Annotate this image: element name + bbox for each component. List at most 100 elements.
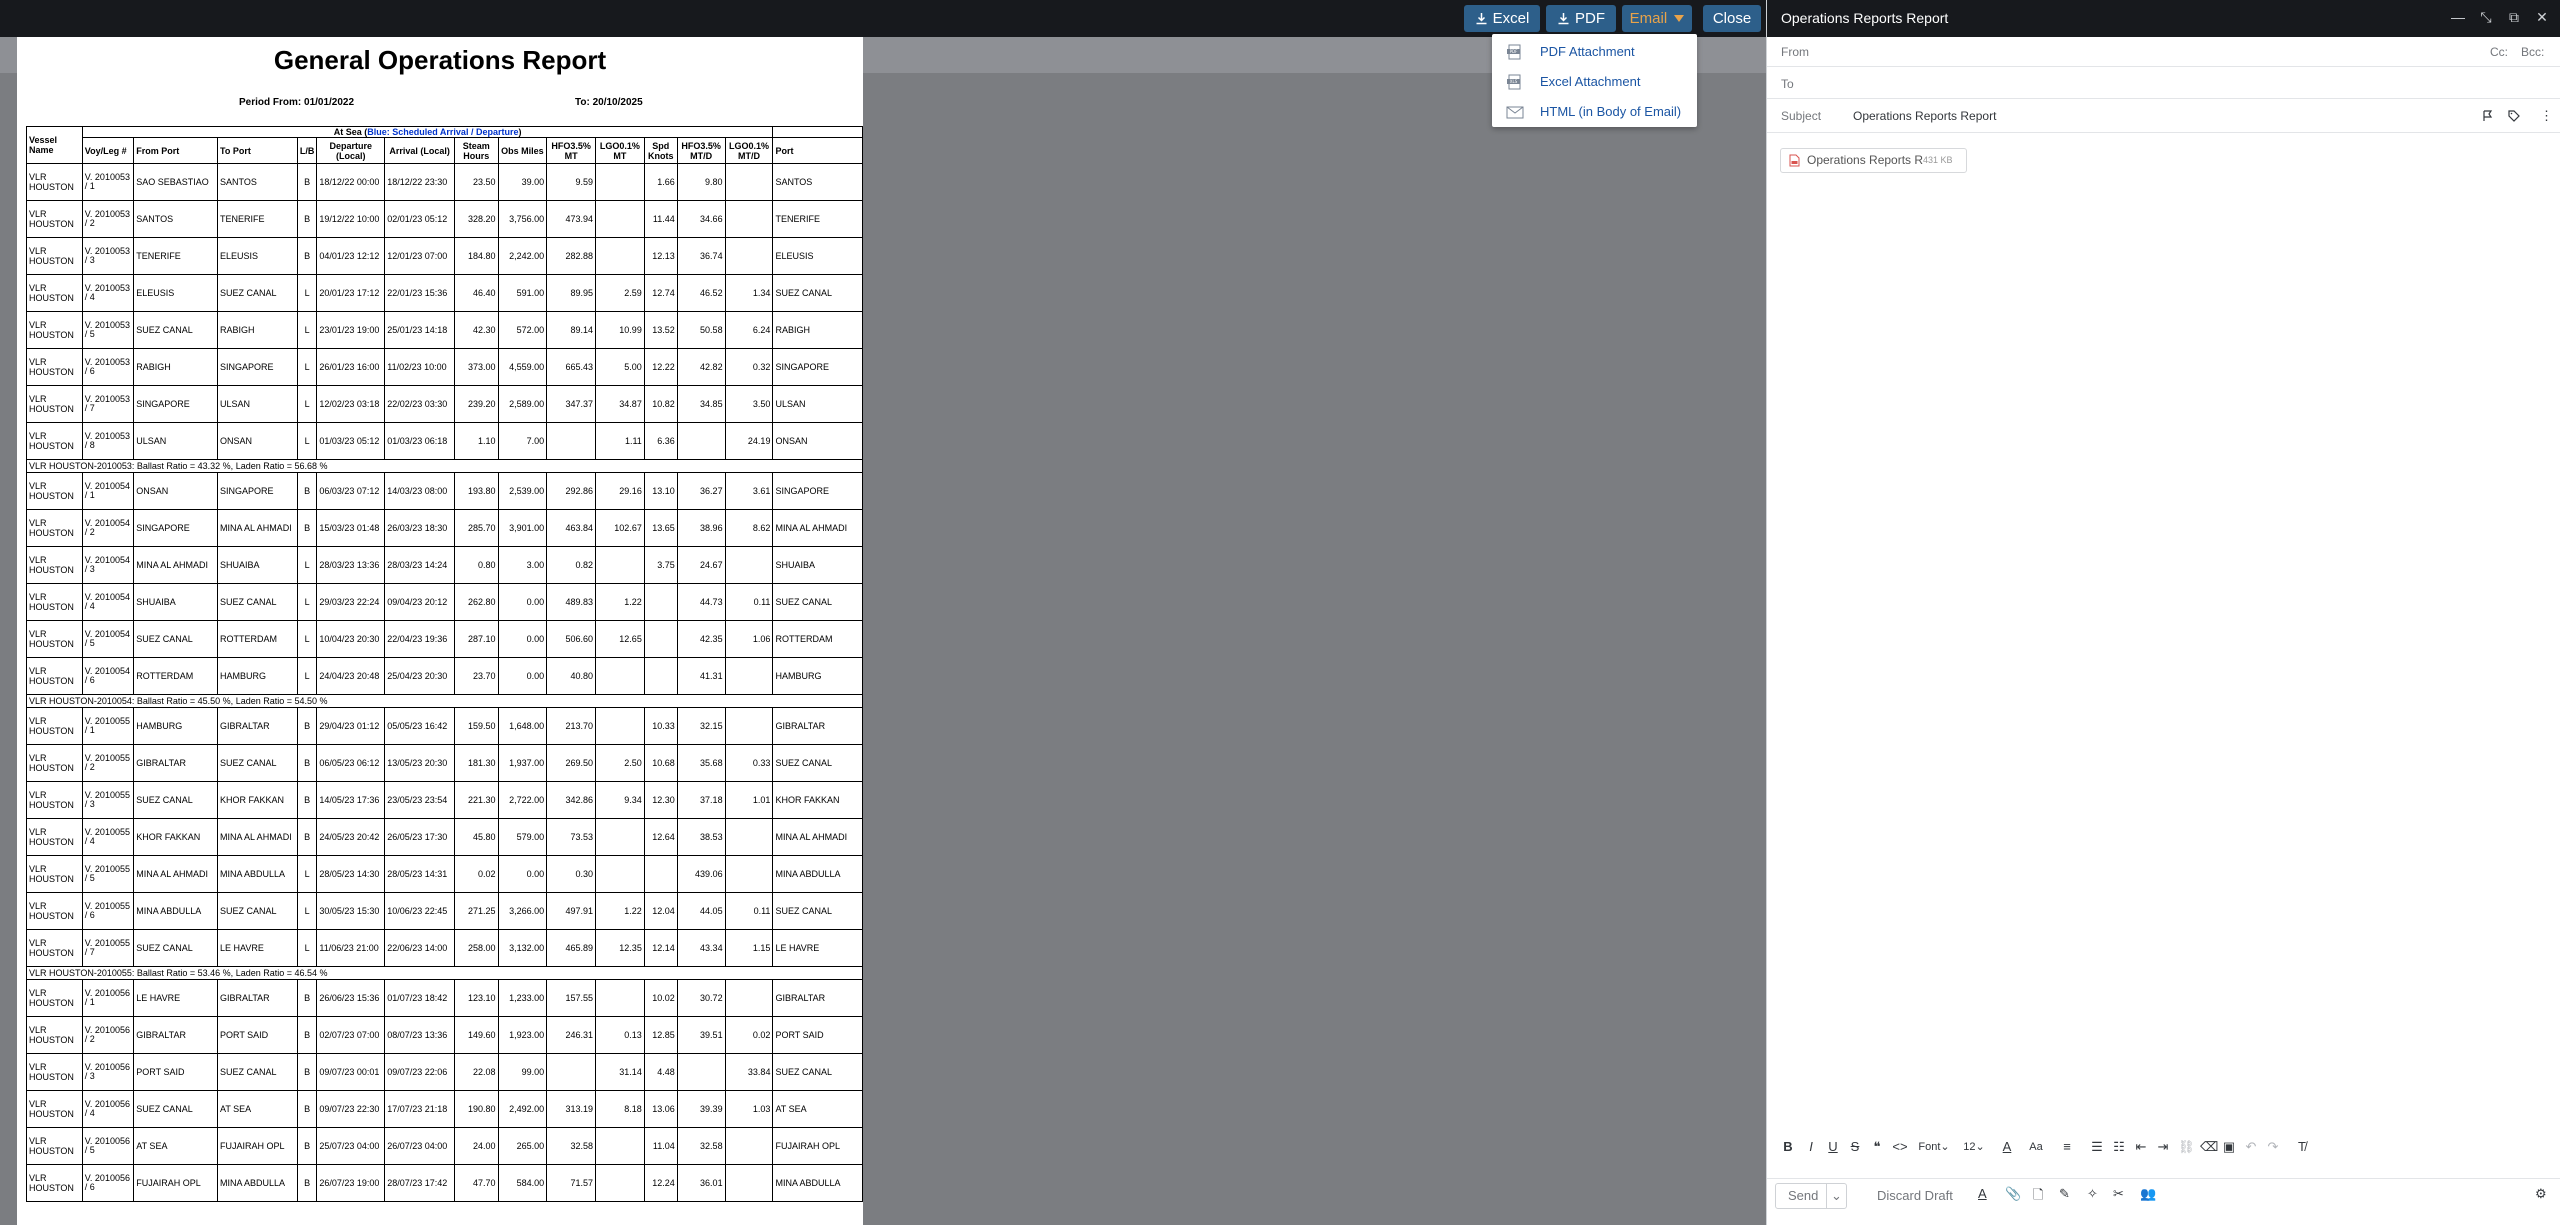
cell-arr: 17/07/23 21:18 (384, 1090, 456, 1128)
close-button[interactable]: Close (1703, 5, 1761, 32)
cell-hours: 24.00 (454, 1127, 499, 1165)
cell-voy: V. 2010054 / 4 (81, 583, 135, 621)
font-case-button[interactable]: Aa (2025, 1134, 2047, 1160)
cell-lb: L (296, 620, 318, 658)
insert-image-icon[interactable]: ▣ (2222, 1134, 2236, 1160)
attach-icon[interactable]: 📎 (2005, 1186, 2021, 1202)
cell-hfo: 465.89 (546, 929, 596, 967)
table-row: VLR HOUSTON V. 2010055 / 7 SUEZ CANAL LE HA… (26, 929, 863, 967)
quote-icon[interactable]: ❝ (1870, 1134, 1884, 1160)
attachment-chip[interactable]: Operations Reports R 431 KB (1780, 148, 1967, 173)
summary-row: VLR HOUSTON-2010053: Ballast Ratio = 43.… (26, 459, 863, 473)
cell-hfod: 34.66 (676, 200, 726, 238)
cell-hfod: 46.52 (676, 274, 726, 312)
bold-button[interactable]: B (1781, 1134, 1795, 1160)
divider (1767, 132, 2560, 133)
cell-from: SHUAIBA (133, 583, 218, 621)
font-family-dropdown[interactable]: Font⌄ (1918, 1134, 1950, 1160)
table-row: VLR HOUSTON V. 2010055 / 4 KHOR FAKKAN MINA… (26, 818, 863, 856)
cell-miles: 579.00 (497, 818, 548, 856)
subject-field[interactable]: Operations Reports Report (1853, 109, 1996, 123)
cell-arr: 02/01/23 05:12 (384, 200, 456, 238)
flag-icon[interactable] (2482, 110, 2494, 122)
cell-hfod: 44.05 (676, 892, 726, 930)
text-color-button[interactable]: A (1996, 1134, 2018, 1160)
cell-lgo: 29.16 (595, 472, 645, 510)
cell-from: ULSAN (133, 422, 218, 460)
crop-icon[interactable]: ✂ (2113, 1186, 2124, 1202)
close-icon[interactable]: ✕ (2534, 9, 2550, 25)
cell-lgod: 0.02 (724, 1016, 774, 1054)
more-options-icon[interactable]: ⋮ (2540, 108, 2553, 124)
send-button[interactable]: Send ⌄ (1775, 1183, 1847, 1209)
cell-lb: L (296, 422, 318, 460)
numbered-list-icon[interactable]: ☷ (2112, 1134, 2126, 1160)
cell-voy: V. 2010056 / 4 (81, 1090, 135, 1128)
cell-voy: V. 2010053 / 7 (81, 385, 135, 423)
align-icon[interactable]: ≡ (2057, 1134, 2077, 1160)
redo-icon[interactable]: ↷ (2266, 1134, 2280, 1160)
cell-hfod: 32.58 (676, 1127, 726, 1165)
link-icon[interactable]: ⛓ (2178, 1134, 2195, 1160)
remove-formatting-icon[interactable]: T̸ (2294, 1134, 2310, 1160)
discard-draft-button[interactable]: Discard Draft (1877, 1188, 1953, 1203)
format-toggle-icon[interactable]: A (1978, 1186, 1987, 1201)
cell-hfod: 41.31 (676, 657, 726, 695)
blank-header (772, 126, 863, 138)
minimize-icon[interactable]: — (2450, 9, 2466, 25)
table-row: VLR HOUSTON V. 2010053 / 6 RABIGH SINGAPORE… (26, 348, 863, 386)
highlight-icon[interactable]: ✎ (2059, 1186, 2070, 1202)
strikethrough-button[interactable]: S (1848, 1134, 1862, 1160)
indent-icon[interactable]: ⇥ (2156, 1134, 2170, 1160)
cell-voy: V. 2010056 / 2 (81, 1016, 135, 1054)
cell-port: ULSAN (772, 385, 863, 423)
code-icon[interactable]: <> (1892, 1134, 1908, 1160)
clear-format-icon[interactable]: ⌫ (2200, 1134, 2218, 1160)
cell-hfo: 89.14 (546, 311, 596, 349)
cell-hours: 285.70 (454, 509, 499, 547)
cell-hours: 287.10 (454, 620, 499, 658)
cell-lb: B (296, 781, 318, 819)
menu-item-pdf-attachment[interactable]: PDF PDF Attachment (1492, 38, 1697, 66)
cell-hours: 221.30 (454, 781, 499, 819)
email-button[interactable]: Email (1622, 5, 1692, 32)
bullet-list-icon[interactable]: ☰ (2090, 1134, 2104, 1160)
cc-link[interactable]: Cc: (2490, 45, 2508, 59)
popout-icon[interactable]: ⧉ (2506, 9, 2522, 25)
file-icon[interactable]: 🗋 (2033, 1186, 2043, 1208)
cell-lb: B (296, 707, 318, 745)
svg-text:XLS: XLS (1510, 79, 1518, 84)
settings-gear-icon[interactable]: ⚙ (2535, 1186, 2547, 1202)
people-icon[interactable]: 👥 (2140, 1186, 2156, 1202)
menu-item-html-body[interactable]: HTML (in Body of Email) (1492, 98, 1697, 126)
cell-arr: 13/05/23 20:30 (384, 744, 456, 782)
cell-port: MINA ABDULLA (772, 855, 863, 893)
pdf-button[interactable]: PDF (1546, 5, 1616, 32)
cell-dep: 04/01/23 12:12 (316, 237, 386, 275)
bcc-link[interactable]: Bcc: (2521, 45, 2544, 59)
cell-spd: 11.44 (643, 200, 678, 238)
tag-icon[interactable] (2508, 110, 2520, 122)
cell-vessel: VLR HOUSTON (26, 1053, 83, 1091)
send-options-icon[interactable]: ⌄ (1831, 1184, 1842, 1208)
sparkle-icon[interactable]: ✧ (2087, 1186, 2098, 1202)
cell-lgo (595, 1164, 645, 1202)
excel-button[interactable]: Excel (1464, 5, 1540, 32)
cell-dep: 20/01/23 17:12 (316, 274, 386, 312)
cell-vessel: VLR HOUSTON (26, 200, 83, 238)
cell-lgod (724, 657, 774, 695)
cell-spd: 12.14 (643, 929, 678, 967)
font-size-dropdown[interactable]: 12⌄ (1961, 1134, 1987, 1160)
undo-icon[interactable]: ↶ (2244, 1134, 2258, 1160)
underline-button[interactable]: U (1826, 1134, 1840, 1160)
divider (1767, 98, 2560, 99)
outdent-icon[interactable]: ⇤ (2134, 1134, 2148, 1160)
cell-voy: V. 2010055 / 5 (81, 855, 135, 893)
cell-dep: 29/04/23 01:12 (316, 707, 386, 745)
collapse-icon[interactable]: ⤡ (2478, 9, 2494, 25)
menu-item-excel-attachment[interactable]: XLS Excel Attachment (1492, 68, 1697, 96)
table-row: VLR HOUSTON V. 2010055 / 5 MINA AL AHMADI M… (26, 855, 863, 893)
cell-hfo: 347.37 (546, 385, 596, 423)
italic-button[interactable]: I (1804, 1134, 1818, 1160)
cell-hfo: 9.59 (546, 163, 596, 201)
